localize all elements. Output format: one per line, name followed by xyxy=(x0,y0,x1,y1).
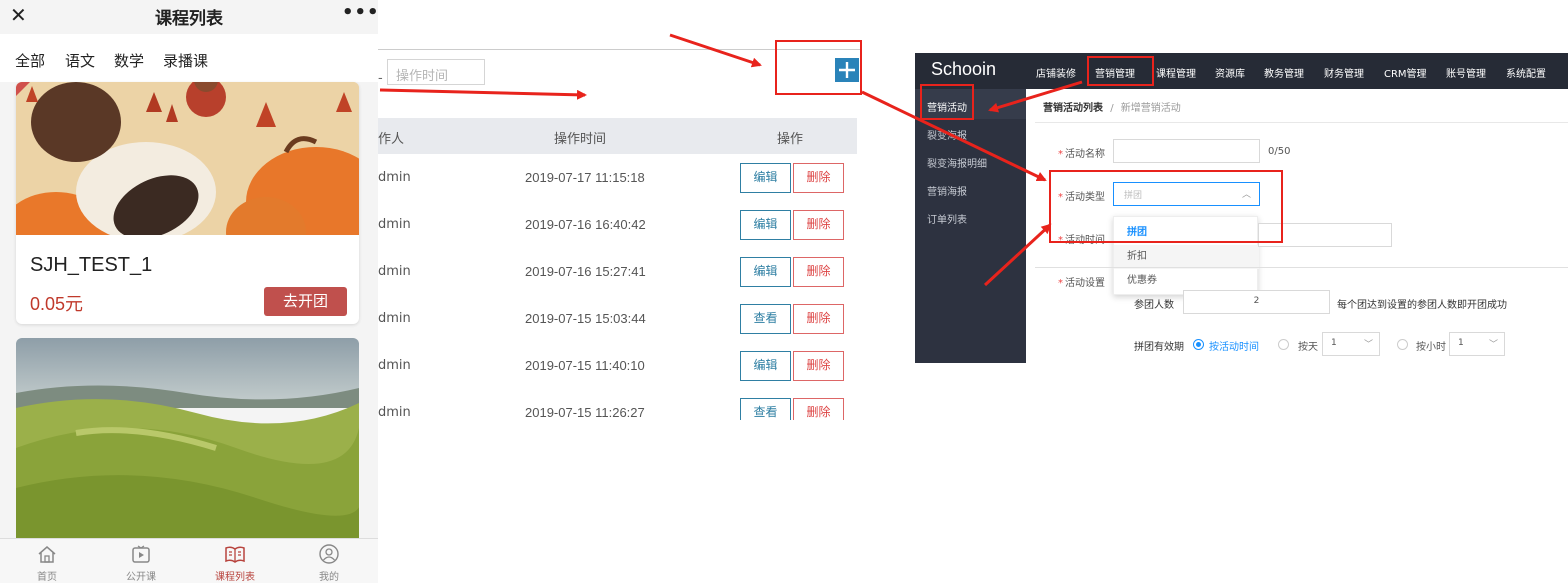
arrow xyxy=(983,223,1052,287)
arrow xyxy=(861,90,1047,182)
annotation-arrows xyxy=(379,33,1083,287)
arrow xyxy=(988,80,1083,113)
arrow xyxy=(379,88,587,100)
arrow xyxy=(669,33,762,68)
